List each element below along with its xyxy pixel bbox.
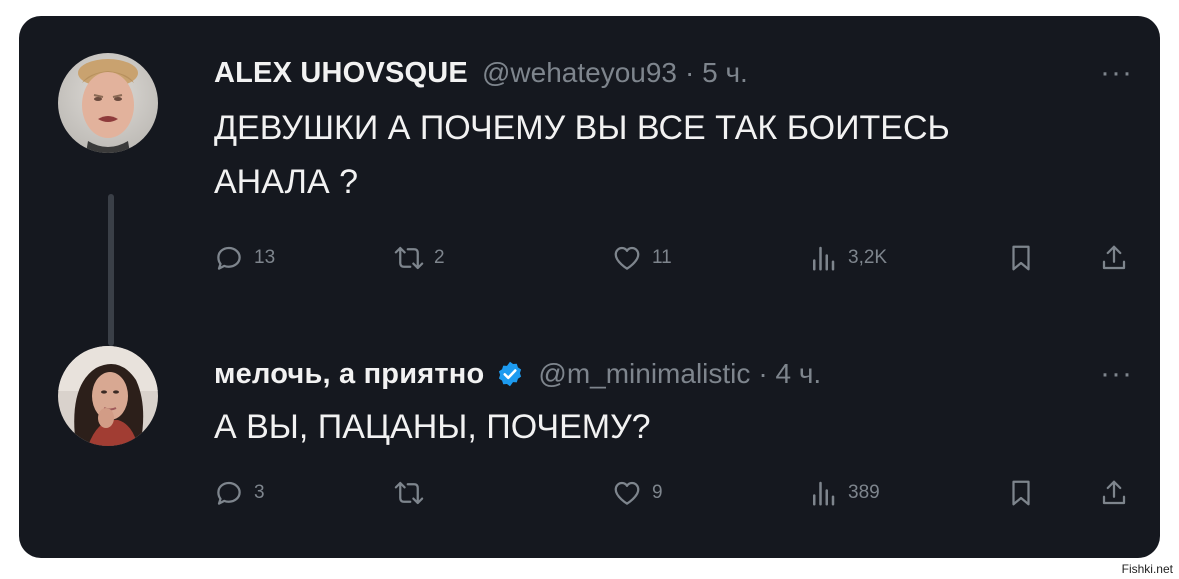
share-button[interactable]	[1099, 473, 1129, 513]
like-icon	[614, 481, 640, 505]
tweet-header: мелочь, а приятно @m_minimalistic · 4 ч.	[214, 354, 821, 394]
views-button[interactable]: 389	[808, 473, 880, 513]
bookmark-icon	[1012, 245, 1030, 271]
views-icon	[813, 481, 835, 506]
like-icon	[614, 246, 640, 270]
share-button[interactable]	[1099, 238, 1129, 278]
retweet-button[interactable]	[394, 473, 434, 513]
watermark: Fishki.net	[1121, 562, 1173, 576]
more-options-icon[interactable]: ···	[1100, 58, 1133, 88]
tweet-text: А ВЫ, ПАЦАНЫ, ПОЧЕМУ?	[214, 408, 651, 446]
reply-icon	[217, 481, 241, 505]
share-icon	[1102, 480, 1126, 505]
reply-count: 3	[254, 482, 265, 503]
views-count: 389	[848, 482, 880, 503]
reply-count: 13	[254, 247, 276, 268]
retweet-icon	[394, 481, 424, 505]
share-icon	[1102, 245, 1126, 270]
retweet-icon	[394, 246, 424, 270]
tweet-thread-card: ALEX UHOVSQUE @wehateyou93 · 5 ч. ··· ДЕ…	[19, 16, 1160, 558]
tweet-actions: 3 9 389	[214, 473, 1134, 513]
tweet-header: ALEX UHOVSQUE @wehateyou93 · 5 ч.	[214, 53, 748, 93]
display-name[interactable]: ALEX UHOVSQUE	[214, 57, 468, 90]
tweet-time[interactable]: · 4 ч.	[758, 358, 821, 390]
bookmark-icon	[1012, 480, 1030, 506]
like-button[interactable]: 11	[612, 238, 672, 278]
tweet-actions: 13 2 11 3,2K	[214, 238, 1134, 278]
like-count: 11	[652, 247, 672, 268]
verified-badge-icon	[496, 360, 524, 388]
user-handle[interactable]: @m_minimalistic	[538, 358, 750, 390]
tweet-time[interactable]: · 5 ч.	[685, 57, 748, 89]
bookmark-button[interactable]	[1006, 238, 1036, 278]
avatar[interactable]	[58, 53, 158, 153]
views-button[interactable]: 3,2K	[808, 238, 887, 278]
bookmark-button[interactable]	[1006, 473, 1036, 513]
like-count: 9	[652, 482, 663, 503]
tweet-text: ДЕВУШКИ А ПОЧЕМУ ВЫ ВСЕ ТАК БОИТЕСЬ АНАЛ…	[214, 109, 950, 201]
reply-icon	[217, 246, 241, 270]
reply-button[interactable]: 13	[214, 238, 275, 278]
avatar[interactable]	[58, 346, 158, 446]
views-count: 3,2K	[848, 247, 888, 268]
display-name[interactable]: мелочь, а приятно	[214, 358, 484, 391]
more-options-icon[interactable]: ···	[1100, 359, 1133, 389]
views-icon	[813, 246, 835, 271]
like-button[interactable]: 9	[612, 473, 663, 513]
user-handle[interactable]: @wehateyou93	[482, 57, 677, 89]
retweet-count: 2	[434, 247, 445, 268]
thread-connector-line	[108, 194, 114, 346]
retweet-button[interactable]: 2	[394, 238, 445, 278]
reply-button[interactable]: 3	[214, 473, 265, 513]
